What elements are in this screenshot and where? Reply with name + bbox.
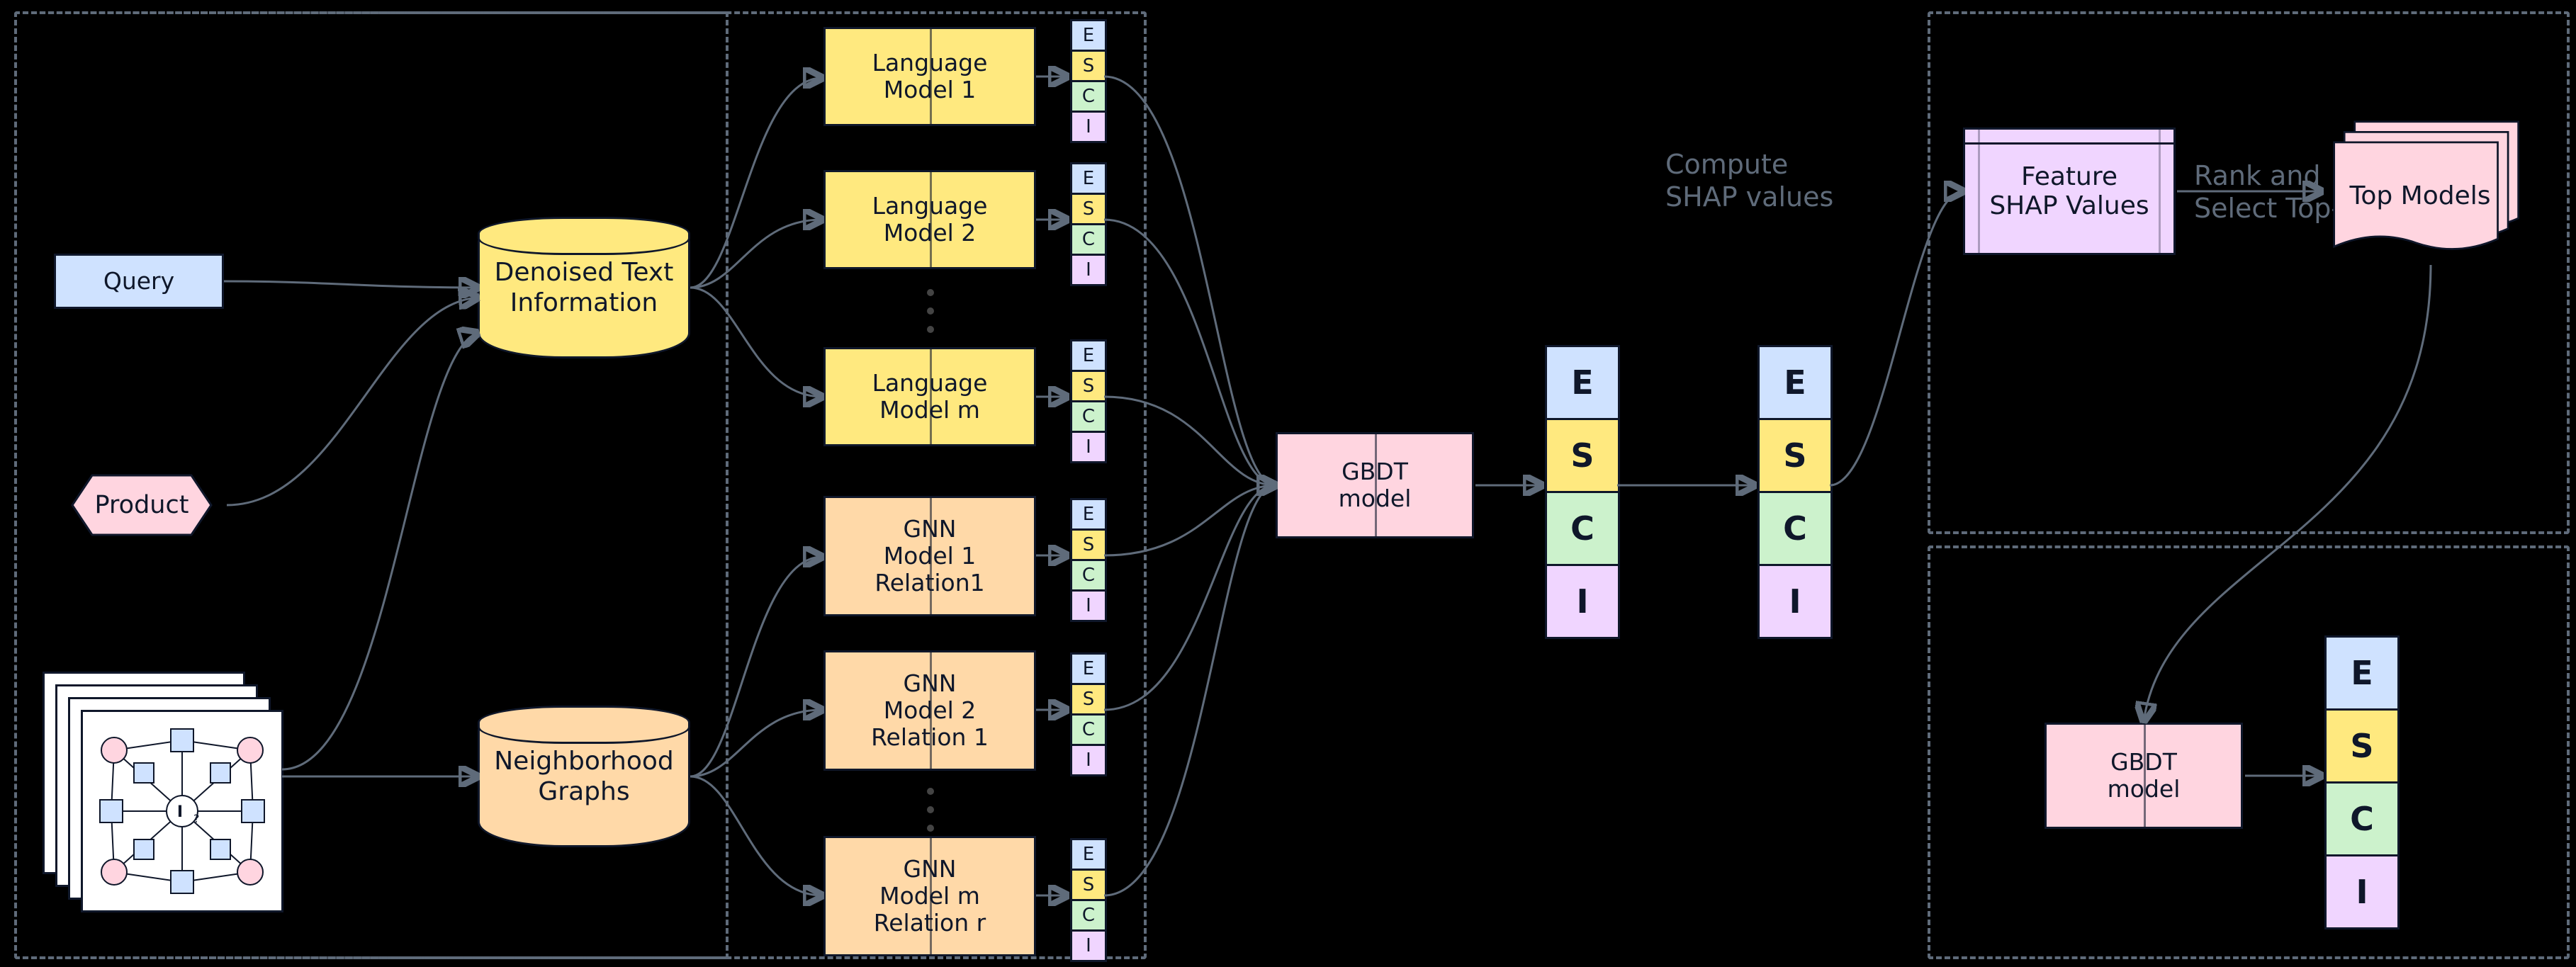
esci-mini-gm: E S C I bbox=[1070, 840, 1103, 962]
query-box: Query bbox=[54, 254, 224, 309]
esci-mini-g1: E S C I bbox=[1070, 500, 1103, 622]
esci-mini-lmm: E S C I bbox=[1070, 341, 1103, 463]
gbdt-1: GBDT model bbox=[1276, 432, 1474, 538]
product-hex: Product bbox=[57, 473, 227, 537]
lm-2: Language Model 2 bbox=[823, 170, 1036, 269]
cell-E: E bbox=[1070, 19, 1107, 52]
graph-icon: I ? bbox=[83, 712, 281, 910]
cell-C: C bbox=[1070, 80, 1107, 113]
esci-big-3: E S C I bbox=[2324, 638, 2395, 929]
lm-ellipsis bbox=[927, 289, 934, 333]
gnn-m: GNN Model m Relation r bbox=[823, 836, 1036, 956]
feature-shap-label: Feature SHAP Values bbox=[1965, 130, 2173, 253]
esci-big-2: E S C I bbox=[1757, 347, 1828, 639]
cell-S: S bbox=[1070, 50, 1107, 82]
top-models-label: Top Models bbox=[2324, 181, 2516, 210]
top-models-stack: Top Models bbox=[2324, 120, 2537, 262]
denoised-label: Denoised Text Information bbox=[495, 257, 674, 318]
lm-m: Language Model m bbox=[823, 347, 1036, 446]
graph-center-label: I bbox=[177, 803, 183, 821]
gbdt-2: GBDT model bbox=[2045, 723, 2243, 829]
query-label: Query bbox=[103, 268, 174, 295]
gnn-2: GNN Model 2 Relation 1 bbox=[823, 650, 1036, 771]
feature-shap-card: Feature SHAP Values bbox=[1963, 128, 2176, 255]
panel-shap-select bbox=[1928, 11, 2570, 534]
esci-mini-g2: E S C I bbox=[1070, 655, 1103, 776]
diagram-root: Query Product bbox=[0, 0, 2576, 967]
neighborhood-store: Neighborhood Graphs bbox=[478, 706, 690, 847]
graph-center-q: ? bbox=[193, 812, 200, 825]
esci-big-1: E S C I bbox=[1545, 347, 1616, 639]
lm-1: Language Model 1 bbox=[823, 27, 1036, 126]
esci-mini-lm2: E S C I bbox=[1070, 164, 1103, 286]
cell-I: I bbox=[1070, 111, 1107, 143]
panel-final-gbdt bbox=[1928, 545, 2570, 959]
gnn-1: GNN Model 1 Relation1 bbox=[823, 496, 1036, 616]
gnn-ellipsis bbox=[927, 788, 934, 832]
denoised-text-store: Denoised Text Information bbox=[478, 217, 690, 358]
esci-mini-lm1: E S C I bbox=[1070, 21, 1103, 143]
shap-label: Compute SHAP values bbox=[1665, 149, 1833, 213]
neighborhood-label: Neighborhood Graphs bbox=[494, 746, 674, 807]
product-label: Product bbox=[95, 491, 189, 519]
